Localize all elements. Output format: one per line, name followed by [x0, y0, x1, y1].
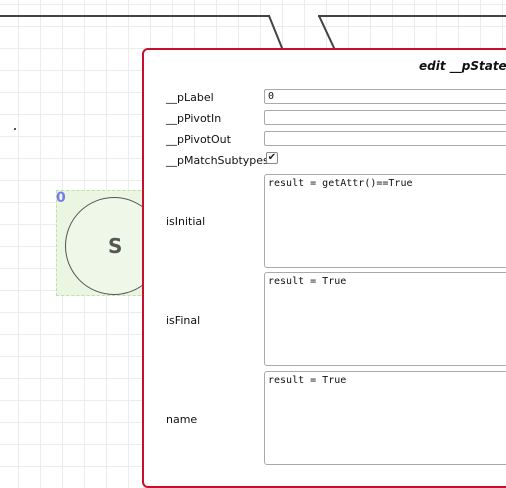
connection-line-right	[318, 15, 506, 17]
plabel-input[interactable]: 0	[264, 89, 506, 104]
name-label: name	[166, 413, 198, 426]
isinitial-label: isInitial	[166, 215, 206, 228]
connection-segment	[318, 15, 337, 53]
name-code-editor[interactable]: result = True	[264, 371, 506, 465]
canvas-marker	[14, 128, 16, 130]
isfinal-label: isFinal	[166, 314, 201, 327]
dialog-title: edit __pState #	[419, 59, 506, 73]
ppivotout-input[interactable]	[264, 131, 506, 146]
ppivotin-label: __pPivotIn	[166, 112, 222, 125]
pmatchsubtypes-label: __pMatchSubtypes	[166, 154, 269, 167]
state-node-index: 0	[56, 190, 66, 206]
isfinal-code-editor[interactable]: result = True	[264, 272, 506, 366]
ppivotout-label: __pPivotOut	[166, 133, 231, 146]
connection-line-left	[0, 15, 270, 17]
ppivotin-input[interactable]	[264, 110, 506, 125]
state-node-label: S	[108, 234, 123, 258]
isinitial-code-editor[interactable]: result = getAttr()==True	[264, 174, 506, 268]
edit-dialog: edit __pState # __pLabel 0 __pPivotIn __…	[142, 48, 506, 488]
plabel-label: __pLabel	[166, 91, 214, 104]
pmatchsubtypes-checkbox[interactable]: ✔	[266, 152, 278, 164]
